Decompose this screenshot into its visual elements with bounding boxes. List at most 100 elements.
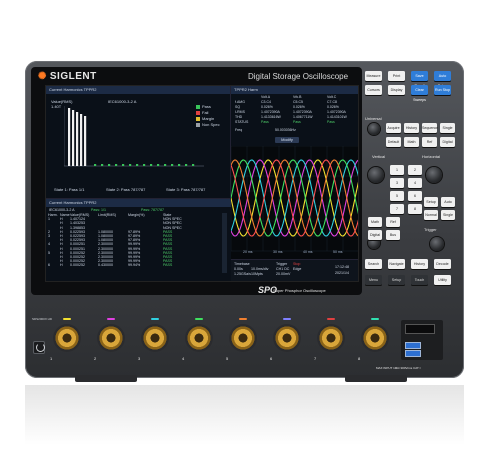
bottom-button[interactable]: Touch xyxy=(411,275,428,285)
measurement-panel: TPPR2 Harm Volt.A Vrk.B Volt.C f.AMG C3.C4 C5… xyxy=(231,86,358,146)
bottom-button[interactable]: Setup xyxy=(388,275,405,285)
harmonics-panel-title: Current Harmonics TPPR2 xyxy=(46,86,230,94)
function-button[interactable]: Ref xyxy=(386,217,400,227)
timebase-div: 10.0ms/div xyxy=(251,267,269,271)
channel-label: 1 xyxy=(50,356,53,361)
display-screen[interactable]: Current Harmonics TPPR2 Value(RMS) 1.40T… xyxy=(45,85,359,282)
panel-button[interactable]: Print xyxy=(388,71,405,81)
channel-label: 7 xyxy=(314,356,317,361)
legend-label: Pass xyxy=(202,104,211,109)
meas-panel-title: TPPR2 Harm xyxy=(231,86,358,94)
bottom-button[interactable]: Navigate xyxy=(388,259,405,269)
panel-button[interactable]: Acquire xyxy=(386,123,401,133)
legend-item: Margin xyxy=(196,116,214,121)
harmonic-bar xyxy=(150,164,153,166)
trigger-state: Stop xyxy=(293,262,301,266)
harmonic-bar xyxy=(129,164,132,166)
harmonics-bar-panel: Current Harmonics TPPR2 Value(RMS) 1.40T… xyxy=(46,86,231,198)
trigger-button[interactable]: Normal xyxy=(424,210,438,220)
bnc-connector[interactable] xyxy=(273,324,301,352)
panel-button[interactable]: Clear Sweeps xyxy=(411,85,428,102)
channel-button[interactable]: 3 xyxy=(390,178,404,188)
bnc-connector[interactable] xyxy=(141,324,169,352)
channel-button[interactable]: 8 xyxy=(408,204,422,214)
control-knob[interactable] xyxy=(368,123,380,135)
control-knob[interactable] xyxy=(430,237,444,251)
waveform-panel[interactable]: 20 ms 30 ms 40 ms 50 ms xyxy=(231,146,358,259)
table-pass-2: Pass: 787/787 xyxy=(141,208,164,212)
waveform-tick: 50 ms xyxy=(333,250,343,254)
panel-button[interactable]: Sequence xyxy=(422,123,438,133)
status-bar: Timebase 0.00s 10.0ms/div 1.25GSa/s 10Mp… xyxy=(231,259,358,281)
function-button[interactable]: Math xyxy=(368,217,382,227)
channel-label: 5 xyxy=(226,356,229,361)
panel-button[interactable]: Save Recall xyxy=(411,71,428,88)
channel-label: 4 xyxy=(182,356,185,361)
bnc-connector[interactable] xyxy=(229,324,257,352)
bar-y-value: 1.40T xyxy=(51,104,62,109)
bottom-button[interactable]: Decode xyxy=(434,259,451,269)
trigger-button[interactable]: Setup xyxy=(424,197,438,207)
channel-button[interactable]: 1 xyxy=(390,165,404,175)
panel-button[interactable]: Run Stop xyxy=(434,85,451,95)
siglent-logo-icon: ✺ xyxy=(38,71,47,82)
channel-label: 6 xyxy=(270,356,273,361)
control-knob[interactable] xyxy=(426,167,442,183)
harmonics-table: Harm. Name Value(RMS) Limit(RMS) Margin(%) St… xyxy=(48,213,218,267)
table-scrollbar[interactable] xyxy=(222,213,227,273)
bottom-button[interactable]: History xyxy=(411,259,428,269)
panel-button[interactable]: Display xyxy=(388,85,405,95)
panel-button[interactable]: Digital xyxy=(440,137,455,147)
panel-button[interactable]: Auto Setup xyxy=(434,71,451,88)
table-cell: 99.94% xyxy=(128,263,141,268)
channel-color-bar xyxy=(107,318,115,320)
legend-swatch xyxy=(196,104,200,109)
waveform-tick: 20 ms xyxy=(243,250,253,254)
channel-button[interactable]: 2 xyxy=(408,165,422,175)
table-row[interactable]: 6 H 0.000252 0.430000 99.94% PASS xyxy=(48,263,218,267)
bottom-button[interactable]: Menu xyxy=(365,275,382,285)
channel-button[interactable]: 7 xyxy=(390,204,404,214)
status-2: State 2: Pass 787/787 xyxy=(106,187,146,192)
panel-button[interactable]: Default xyxy=(386,137,401,147)
channel-button[interactable]: 4 xyxy=(408,178,422,188)
sample-points: 10Mpts xyxy=(251,272,263,276)
phosphor-subtitle: Super Phosphor Oscilloscope xyxy=(273,288,326,293)
harmonic-bar xyxy=(80,114,83,166)
bnc-connector[interactable] xyxy=(317,324,345,352)
table-panel-title: Current Harmonics TPPR2 xyxy=(46,199,231,207)
panel-button[interactable]: Ref xyxy=(422,137,437,147)
trigger-button[interactable]: Single xyxy=(441,210,455,220)
harmonic-bar xyxy=(94,164,97,166)
bnc-connector[interactable] xyxy=(97,324,125,352)
panel-button[interactable]: Math xyxy=(404,137,419,147)
timebase-label: Timebase xyxy=(234,262,250,266)
control-knob[interactable] xyxy=(368,167,384,183)
harmonic-bar xyxy=(108,164,111,166)
panel-button[interactable]: Cursors xyxy=(365,85,382,95)
waveform-display xyxy=(231,146,358,252)
usb-port-2[interactable] xyxy=(405,350,421,357)
channel-button[interactable]: 6 xyxy=(408,191,422,201)
bnc-connector[interactable] xyxy=(53,324,81,352)
panel-button[interactable]: History xyxy=(404,123,419,133)
panel-button[interactable]: Single xyxy=(440,123,455,133)
channel-button[interactable]: 5 xyxy=(390,191,404,201)
bnc-connector[interactable] xyxy=(185,324,213,352)
usb-ports xyxy=(401,320,443,360)
horizontal-label: Horizontal xyxy=(422,154,441,159)
function-button[interactable]: Digital xyxy=(368,230,382,240)
bnc-connector[interactable] xyxy=(361,324,389,352)
panel-button[interactable]: Measure xyxy=(365,71,382,81)
clock-time: 17:12:48 xyxy=(335,265,349,269)
trigger-source: CH1 DC xyxy=(276,267,290,271)
modify-button[interactable]: Modify xyxy=(275,137,299,143)
bottom-button[interactable]: Search xyxy=(365,259,382,269)
table-cell: H xyxy=(60,263,63,268)
usb-port-1[interactable] xyxy=(405,342,421,349)
function-button[interactable]: Bus xyxy=(386,230,400,240)
bottom-button[interactable]: Utility xyxy=(434,275,451,285)
trigger-button[interactable]: Auto xyxy=(441,197,455,207)
clock-date: 2021/1/4 xyxy=(335,271,349,275)
power-button[interactable] xyxy=(33,341,45,354)
